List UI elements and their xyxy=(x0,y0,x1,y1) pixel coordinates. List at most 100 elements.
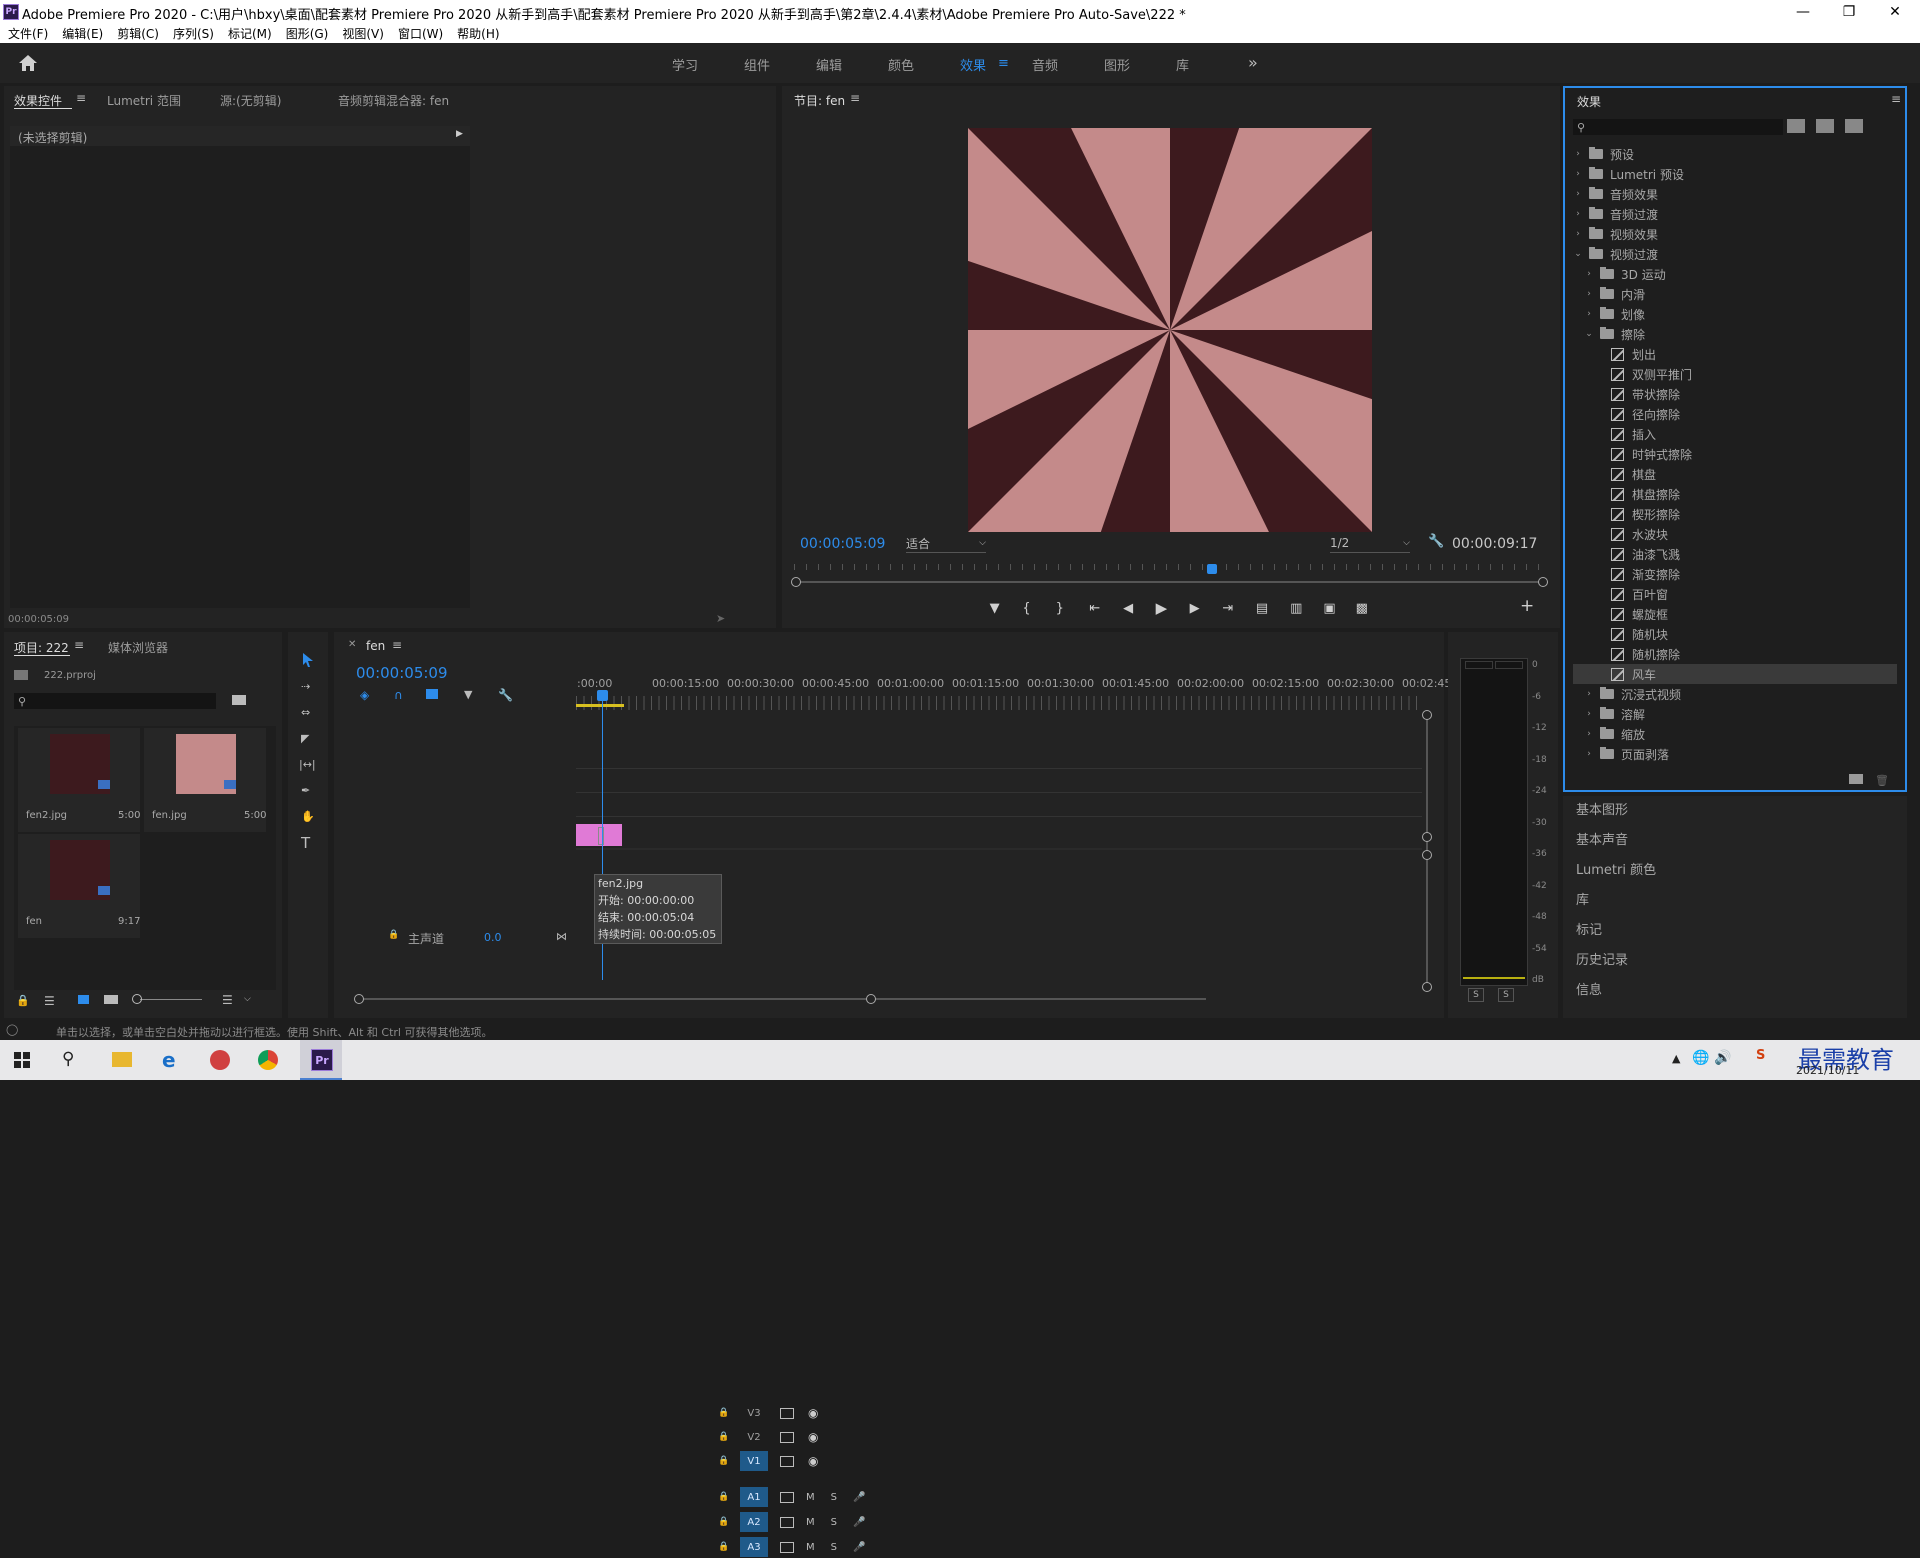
icon-view-icon[interactable] xyxy=(78,995,89,1004)
mute-button[interactable]: M xyxy=(806,1517,815,1528)
zoom-bar[interactable] xyxy=(796,581,1548,583)
expand-arrow-icon[interactable]: ▶ xyxy=(456,129,463,139)
windows-start-icon[interactable] xyxy=(14,1052,30,1068)
chevron-right-icon[interactable]: › xyxy=(1584,709,1594,719)
tab-audio-clip-mixer[interactable]: 音频剪辑混合器: fen xyxy=(338,92,449,109)
file-explorer-icon[interactable] xyxy=(112,1052,132,1067)
chevron-right-icon[interactable]: › xyxy=(1573,189,1583,199)
tab-media-browser[interactable]: 媒体浏览器 xyxy=(108,639,168,656)
tab-sequence[interactable]: fen xyxy=(366,639,385,653)
type-tool-icon[interactable]: T xyxy=(301,834,310,852)
linked-selection-icon[interactable] xyxy=(426,689,438,699)
vscroll-handle-mid[interactable] xyxy=(1422,832,1432,842)
work-area-bar[interactable] xyxy=(576,704,624,707)
chevron-right-icon[interactable]: › xyxy=(1573,209,1583,219)
panel-lumetri-color[interactable]: Lumetri 颜色 xyxy=(1576,859,1656,878)
track-target-a1[interactable]: A1 xyxy=(740,1487,768,1507)
effect-item[interactable]: 水波块 xyxy=(1595,524,1897,544)
track-select-tool-icon[interactable]: ⇢ xyxy=(301,680,310,693)
nest-icon[interactable]: ◈ xyxy=(360,688,369,702)
effect-item[interactable]: 百叶窗 xyxy=(1595,584,1897,604)
tab-source[interactable]: 源:(无剪辑) xyxy=(220,92,281,109)
sync-lock-icon[interactable] xyxy=(780,1516,794,1528)
tab-project[interactable]: 项目: 222 xyxy=(14,639,69,656)
lock-icon[interactable]: 🔒 xyxy=(714,1517,734,1527)
effect-folder[interactable]: › 缩放 xyxy=(1584,724,1897,744)
sort-icon[interactable]: ☰ xyxy=(222,993,233,1007)
menu-sequence[interactable]: 序列(S) xyxy=(173,25,214,42)
effect-item[interactable]: 棋盘 xyxy=(1595,464,1897,484)
effect-item[interactable]: 随机擦除 xyxy=(1595,644,1897,664)
menu-view[interactable]: 视图(V) xyxy=(342,25,384,42)
mark-out-icon[interactable]: } xyxy=(1042,601,1078,616)
project-search-input[interactable]: ⚲ xyxy=(14,693,216,709)
menu-graphics[interactable]: 图形(G) xyxy=(286,25,329,42)
new-bin-icon[interactable] xyxy=(1849,774,1863,784)
track-target-v1[interactable]: V1 xyxy=(740,1451,768,1471)
add-button-icon[interactable]: + xyxy=(1520,596,1534,616)
eye-icon[interactable]: ◉ xyxy=(808,1454,818,1468)
effect-item[interactable]: 径向擦除 xyxy=(1595,404,1897,424)
sync-lock-icon[interactable] xyxy=(780,1455,794,1467)
tray-chevron-icon[interactable]: ▲ xyxy=(1672,1052,1680,1065)
program-scrub-ruler[interactable] xyxy=(794,564,1546,576)
accelerated-effects-icon[interactable] xyxy=(1787,119,1805,133)
fit-select[interactable]: 适合 ⌵ xyxy=(906,534,986,553)
effect-item[interactable]: 风车 xyxy=(1573,664,1897,684)
workspace-editing[interactable]: 编辑 xyxy=(816,55,842,74)
timeline-timecode[interactable]: 00:00:05:09 xyxy=(356,664,448,682)
menu-file[interactable]: 文件(F) xyxy=(8,25,48,42)
zoom-handle-left[interactable] xyxy=(791,577,801,587)
track-target-v2[interactable]: V2 xyxy=(740,1427,768,1447)
effect-folder[interactable]: › 内滑 xyxy=(1584,284,1897,304)
effect-folder[interactable]: › 视频效果 xyxy=(1573,224,1897,244)
go-to-out-icon[interactable]: ⇥ xyxy=(1211,601,1245,616)
timeline-ruler-ticks[interactable] xyxy=(576,696,1422,710)
track-target-v3[interactable]: V3 xyxy=(740,1403,768,1423)
workspace-learn[interactable]: 学习 xyxy=(672,55,698,74)
clip-fen2[interactable] xyxy=(576,824,622,846)
network-icon[interactable]: 🌐 xyxy=(1692,1050,1709,1066)
chevron-down-icon[interactable]: ⌄ xyxy=(1584,329,1594,339)
panel-essential-graphics[interactable]: 基本图形 xyxy=(1576,799,1628,818)
eye-icon[interactable]: ◉ xyxy=(808,1406,818,1420)
effect-item[interactable]: 随机块 xyxy=(1595,624,1897,644)
menu-help[interactable]: 帮助(H) xyxy=(457,25,499,42)
panel-menu-icon[interactable]: ≡ xyxy=(850,91,860,105)
go-to-in-icon[interactable]: ⇤ xyxy=(1078,601,1112,616)
chevron-right-icon[interactable]: › xyxy=(1584,749,1594,759)
maximize-button[interactable]: ❐ xyxy=(1826,0,1872,24)
workspace-effects[interactable]: 效果 xyxy=(960,55,986,74)
lock-icon[interactable]: 🔒 xyxy=(16,994,30,1007)
ripple-edit-tool-icon[interactable]: ⇔ xyxy=(301,706,310,719)
effect-folder[interactable]: › 3D 运动 xyxy=(1584,264,1897,284)
freeform-view-icon[interactable] xyxy=(104,995,118,1004)
zoom-slider[interactable] xyxy=(132,994,212,1004)
chevron-right-icon[interactable]: › xyxy=(1573,169,1583,179)
resolution-select[interactable]: 1/2 ⌵ xyxy=(1330,534,1410,553)
home-icon[interactable] xyxy=(18,54,38,72)
project-item-fen-sequence[interactable]: fen 9:17 xyxy=(18,834,140,938)
menu-edit[interactable]: 编辑(E) xyxy=(62,25,103,42)
sync-lock-icon[interactable] xyxy=(780,1431,794,1443)
lock-icon[interactable]: 🔒 xyxy=(388,930,399,940)
menu-clip[interactable]: 剪辑(C) xyxy=(117,25,159,42)
sync-lock-icon[interactable] xyxy=(780,1541,794,1553)
solo-button[interactable]: S xyxy=(831,1492,837,1503)
timeline-horizontal-scrollbar[interactable] xyxy=(360,998,1206,1000)
close-tab-icon[interactable]: ✕ xyxy=(348,639,356,650)
effect-folder[interactable]: › Lumetri 预设 xyxy=(1573,164,1897,184)
mute-button[interactable]: M xyxy=(806,1542,815,1553)
lock-icon[interactable]: 🔒 xyxy=(714,1456,734,1466)
effect-folder[interactable]: › 划像 xyxy=(1584,304,1897,324)
timeline-playhead[interactable] xyxy=(597,690,608,701)
chevron-right-icon[interactable]: › xyxy=(1584,269,1594,279)
sync-lock-icon[interactable] xyxy=(780,1491,794,1503)
trash-icon[interactable]: 🗑 xyxy=(1875,774,1889,787)
snap-icon[interactable]: ∩ xyxy=(394,688,403,702)
effect-item[interactable]: 划出 xyxy=(1595,344,1897,364)
tab-lumetri-scopes[interactable]: Lumetri 范围 xyxy=(107,92,181,109)
effect-item[interactable]: 油漆飞溅 xyxy=(1595,544,1897,564)
solo-left-button[interactable]: S xyxy=(1468,988,1484,1002)
ime-icon[interactable]: S xyxy=(1756,1048,1765,1063)
